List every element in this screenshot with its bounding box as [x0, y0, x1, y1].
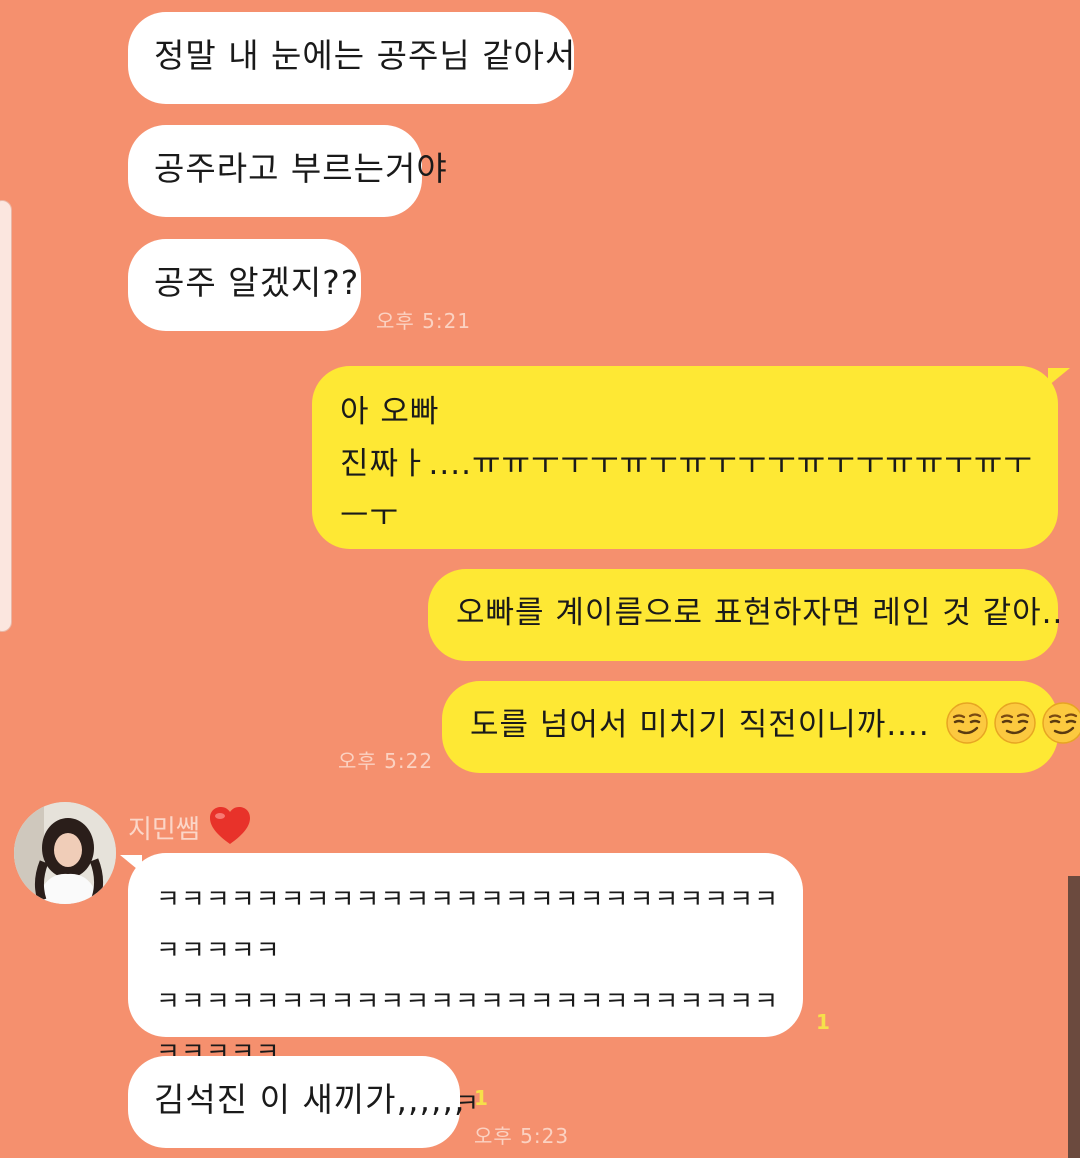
message-bubble-incoming[interactable]: 정말 내 눈에는 공주님 같아서 — [128, 12, 577, 104]
message-bubble-outgoing[interactable]: 아 오빠 진짜ㅏ....ㅠㅠㅜㅜㅜㅠㅜㅠㅜㅜㅜㅠㅜㅜㅠㅠㅜㅠㅜ ㅡㅜ — [312, 366, 1058, 549]
unread-count: 1 — [816, 1010, 830, 1034]
message-text: 공주라고 부르는거야 — [154, 149, 448, 188]
message-text: 정말 내 눈에는 공주님 같아서 — [154, 36, 577, 75]
message-text-line: ㅋㅋㅋㅋㅋㅋㅋㅋㅋㅋㅋㅋㅋㅋㅋㅋㅋㅋㅋㅋㅋㅋㅋㅋㅋㅋㅋㅋㅋㅋ — [156, 885, 780, 966]
bubble-tail — [120, 855, 142, 873]
smirking-face-icon — [945, 702, 988, 744]
message-text-line: ㅡㅜ — [340, 498, 400, 534]
bubble-tail — [1048, 368, 1070, 386]
scrollbar[interactable] — [1068, 876, 1080, 1158]
message-text: 공주 알겠지?? — [154, 263, 360, 302]
message-bubble-outgoing[interactable]: 오빠를 계이름으로 표현하자면 레인 것 같아.. — [428, 569, 1062, 661]
smirking-face-icon — [993, 702, 1036, 744]
message-text: 오빠를 계이름으로 표현하자면 레인 것 같아.. — [456, 595, 1064, 631]
sender-name-text: 지민쌤 — [128, 815, 200, 845]
message-bubble-incoming[interactable]: 공주라고 부르는거야 — [128, 125, 447, 217]
avatar-photo — [14, 802, 116, 904]
message-timestamp: 오후 5:23 — [474, 1124, 570, 1148]
sender-name[interactable]: 지민쌤 — [128, 806, 252, 846]
message-bubble-incoming[interactable]: ㅋㅋㅋㅋㅋㅋㅋㅋㅋㅋㅋㅋㅋㅋㅋㅋㅋㅋㅋㅋㅋㅋㅋㅋㅋㅋㅋㅋㅋㅋ ㅋㅋㅋㅋㅋㅋㅋㅋㅋ… — [128, 853, 803, 1119]
message-bubble-incoming[interactable]: 김석진 이 새끼가,,,,,, — [128, 1056, 464, 1148]
message-timestamp: 오후 5:22 — [338, 749, 434, 773]
red-heart-icon — [210, 807, 251, 844]
message-text: 김석진 이 새끼가,,,,,, — [154, 1080, 466, 1119]
side-drawer-handle[interactable] — [0, 200, 12, 632]
unread-count: 1 — [474, 1086, 488, 1110]
message-timestamp: 오후 5:21 — [376, 309, 472, 333]
emoji-group — [941, 702, 1080, 744]
smirking-face-icon — [1041, 702, 1080, 744]
sender-avatar[interactable] — [14, 802, 116, 904]
message-bubble-outgoing[interactable]: 도를 넘어서 미치기 직전이니까.... — [442, 681, 1080, 773]
message-text-line: 진짜ㅏ....ㅠㅠㅜㅜㅜㅠㅜㅠㅜㅜㅜㅠㅜㅜㅠㅠㅜㅠㅜ — [340, 446, 1033, 482]
message-text-line: 아 오빠 — [340, 394, 440, 430]
chat-room: 정말 내 눈에는 공주님 같아서 공주라고 부르는거야 공주 알겠지?? 오후 … — [0, 0, 1080, 1158]
message-bubble-incoming[interactable]: 공주 알겠지?? — [128, 239, 361, 331]
message-text: 도를 넘어서 미치기 직전이니까.... — [470, 707, 930, 743]
